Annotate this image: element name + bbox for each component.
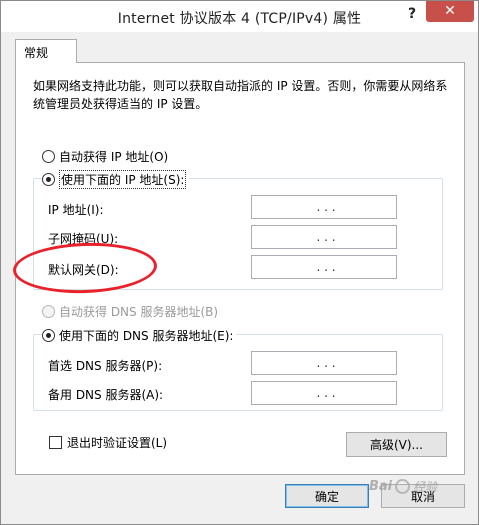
radio-auto-dns-button xyxy=(42,305,55,318)
radio-manual-ip-label: 使用下面的 IP 地址(S): xyxy=(59,170,187,189)
radio-manual-ip-button[interactable] xyxy=(42,173,55,186)
paw-icon xyxy=(395,479,411,494)
alternate-dns-input[interactable]: . . . xyxy=(251,381,397,405)
advanced-button[interactable]: 高级(V)... xyxy=(346,432,447,457)
ip-address-label: IP 地址(I): xyxy=(48,203,104,217)
watermark-text-a: Bai xyxy=(369,479,393,494)
validate-on-exit-option[interactable]: 退出时验证设置(L) xyxy=(49,434,167,451)
subnet-mask-value: . . . xyxy=(316,230,336,244)
validate-on-exit-checkbox[interactable] xyxy=(49,436,62,449)
radio-manual-dns-label: 使用下面的 DNS 服务器地址(E): xyxy=(59,329,234,343)
preferred-dns-input[interactable]: . . . xyxy=(251,351,397,375)
preferred-dns-label: 首选 DNS 服务器(P): xyxy=(48,359,163,373)
close-icon: ✕ xyxy=(444,3,456,19)
radio-auto-ip[interactable]: 自动获得 IP 地址(O) xyxy=(42,148,172,165)
alternate-dns-label: 备用 DNS 服务器(A): xyxy=(48,388,164,402)
tab-general[interactable]: 常规 xyxy=(15,39,77,63)
radio-auto-dns-label: 自动获得 DNS 服务器地址(B) xyxy=(59,305,219,319)
watermark-text-b: 经验 xyxy=(413,480,438,494)
radio-manual-dns-button[interactable] xyxy=(42,329,55,342)
radio-manual-dns[interactable]: 使用下面的 DNS 服务器地址(E): xyxy=(42,327,237,344)
title-bar[interactable]: Internet 协议版本 4 (TCP/IPv4) 属性 ? ✕ xyxy=(1,1,478,32)
ipv4-properties-dialog: Internet 协议版本 4 (TCP/IPv4) 属性 ? ✕ 常规 如果网… xyxy=(0,0,479,525)
radio-auto-ip-label: 自动获得 IP 地址(O) xyxy=(59,150,169,164)
close-button[interactable]: ✕ xyxy=(426,1,474,22)
radio-auto-ip-button[interactable] xyxy=(42,150,55,163)
default-gateway-input[interactable]: . . . xyxy=(251,255,397,279)
alternate-dns-value: . . . xyxy=(316,386,336,400)
radio-auto-dns: 自动获得 DNS 服务器地址(B) xyxy=(42,303,222,320)
subnet-mask-label: 子网掩码(U): xyxy=(48,232,119,246)
ip-address-value: . . . xyxy=(316,200,336,214)
watermark-logo: Bai 经验 xyxy=(369,478,437,495)
subnet-mask-input[interactable]: . . . xyxy=(251,225,397,249)
description-text: 如果网络支持此功能，则可以获取自动指派的 IP 设置。否则，你需要从网络系统管理… xyxy=(33,79,448,111)
help-button[interactable]: ? xyxy=(403,3,421,25)
radio-manual-ip[interactable]: 使用下面的 IP 地址(S): xyxy=(42,170,190,189)
validate-on-exit-label: 退出时验证设置(L) xyxy=(67,436,168,450)
default-gateway-value: . . . xyxy=(316,260,336,274)
tab-general-label: 常规 xyxy=(24,46,49,60)
ip-address-input[interactable]: . . . xyxy=(251,195,397,219)
general-panel: 如果网络支持此功能，则可以获取自动指派的 IP 设置。否则，你需要从网络系统管理… xyxy=(15,62,465,475)
ok-button[interactable]: 确定 xyxy=(285,484,369,508)
preferred-dns-value: . . . xyxy=(316,356,336,370)
default-gateway-label: 默认网关(D): xyxy=(48,263,119,277)
